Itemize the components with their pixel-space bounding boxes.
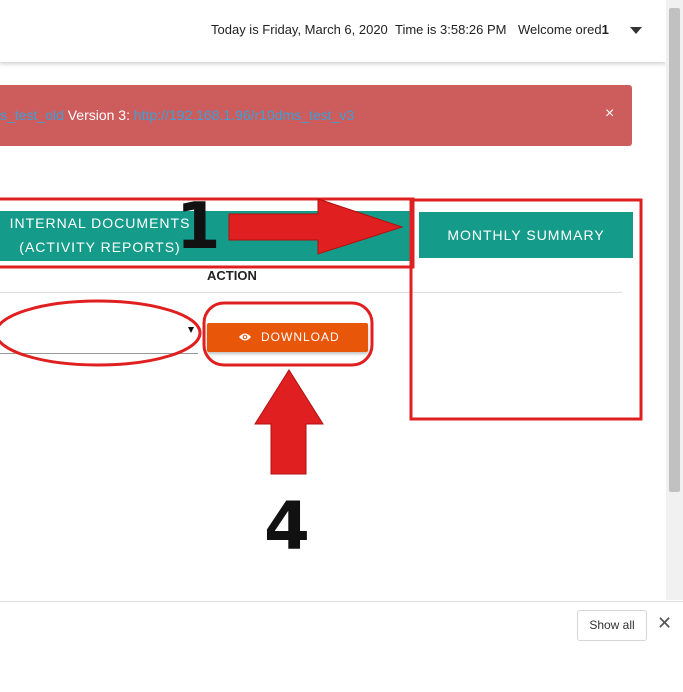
step-number-one: 1	[176, 190, 221, 264]
alert-link-old[interactable]: s_test_old	[0, 107, 64, 123]
scrollbar-thumb[interactable]	[669, 8, 680, 492]
user-menu-chevron-down-icon[interactable]	[630, 27, 642, 34]
tab-internal-documents[interactable]: INTERNAL DOCUMENTS (ACTIVITY REPORTS)	[0, 211, 200, 261]
download-bar-close-icon[interactable]: ✕	[657, 614, 672, 632]
tab-monthly-summary[interactable]: MONTHLY SUMMARY	[419, 212, 633, 258]
tab-internal-line1: INTERNAL DOCUMENTS	[9, 215, 191, 231]
top-header: Today is Friday, March 6, 2020 Time is 3…	[0, 0, 666, 62]
welcome-text: Welcome ored1	[518, 22, 609, 37]
user-suffix: 1	[601, 22, 609, 37]
alert-link-v3[interactable]: http://192.168.1.96/r10dms_test_v3	[134, 107, 354, 123]
action-column-header: ACTION	[207, 268, 257, 283]
tab-hidden-middle[interactable]	[200, 211, 412, 261]
date-text: Today is Friday, March 6, 2020	[211, 22, 388, 37]
alert-close-icon[interactable]: ×	[605, 106, 614, 122]
step-number-four: 4	[264, 488, 310, 565]
time-text: Time is 3:58:26 PM	[395, 22, 507, 37]
alert-version-text: Version 3:	[63, 107, 134, 123]
alert-message: s_test_old Version 3: http://192.168.1.9…	[0, 107, 354, 123]
select-dropdown-icon	[188, 327, 194, 333]
arrow-up-annotation	[254, 369, 324, 475]
table-header-divider	[0, 292, 622, 293]
show-all-button[interactable]: Show all	[577, 610, 647, 641]
alert-banner: s_test_old Version 3: http://192.168.1.9…	[0, 85, 632, 146]
eye-icon	[239, 333, 251, 341]
document-select[interactable]	[0, 325, 198, 354]
download-label: DOWNLOAD	[261, 330, 340, 344]
download-button[interactable]: DOWNLOAD	[207, 323, 368, 352]
tab-internal-line2: (ACTIVITY REPORTS)	[19, 239, 181, 255]
